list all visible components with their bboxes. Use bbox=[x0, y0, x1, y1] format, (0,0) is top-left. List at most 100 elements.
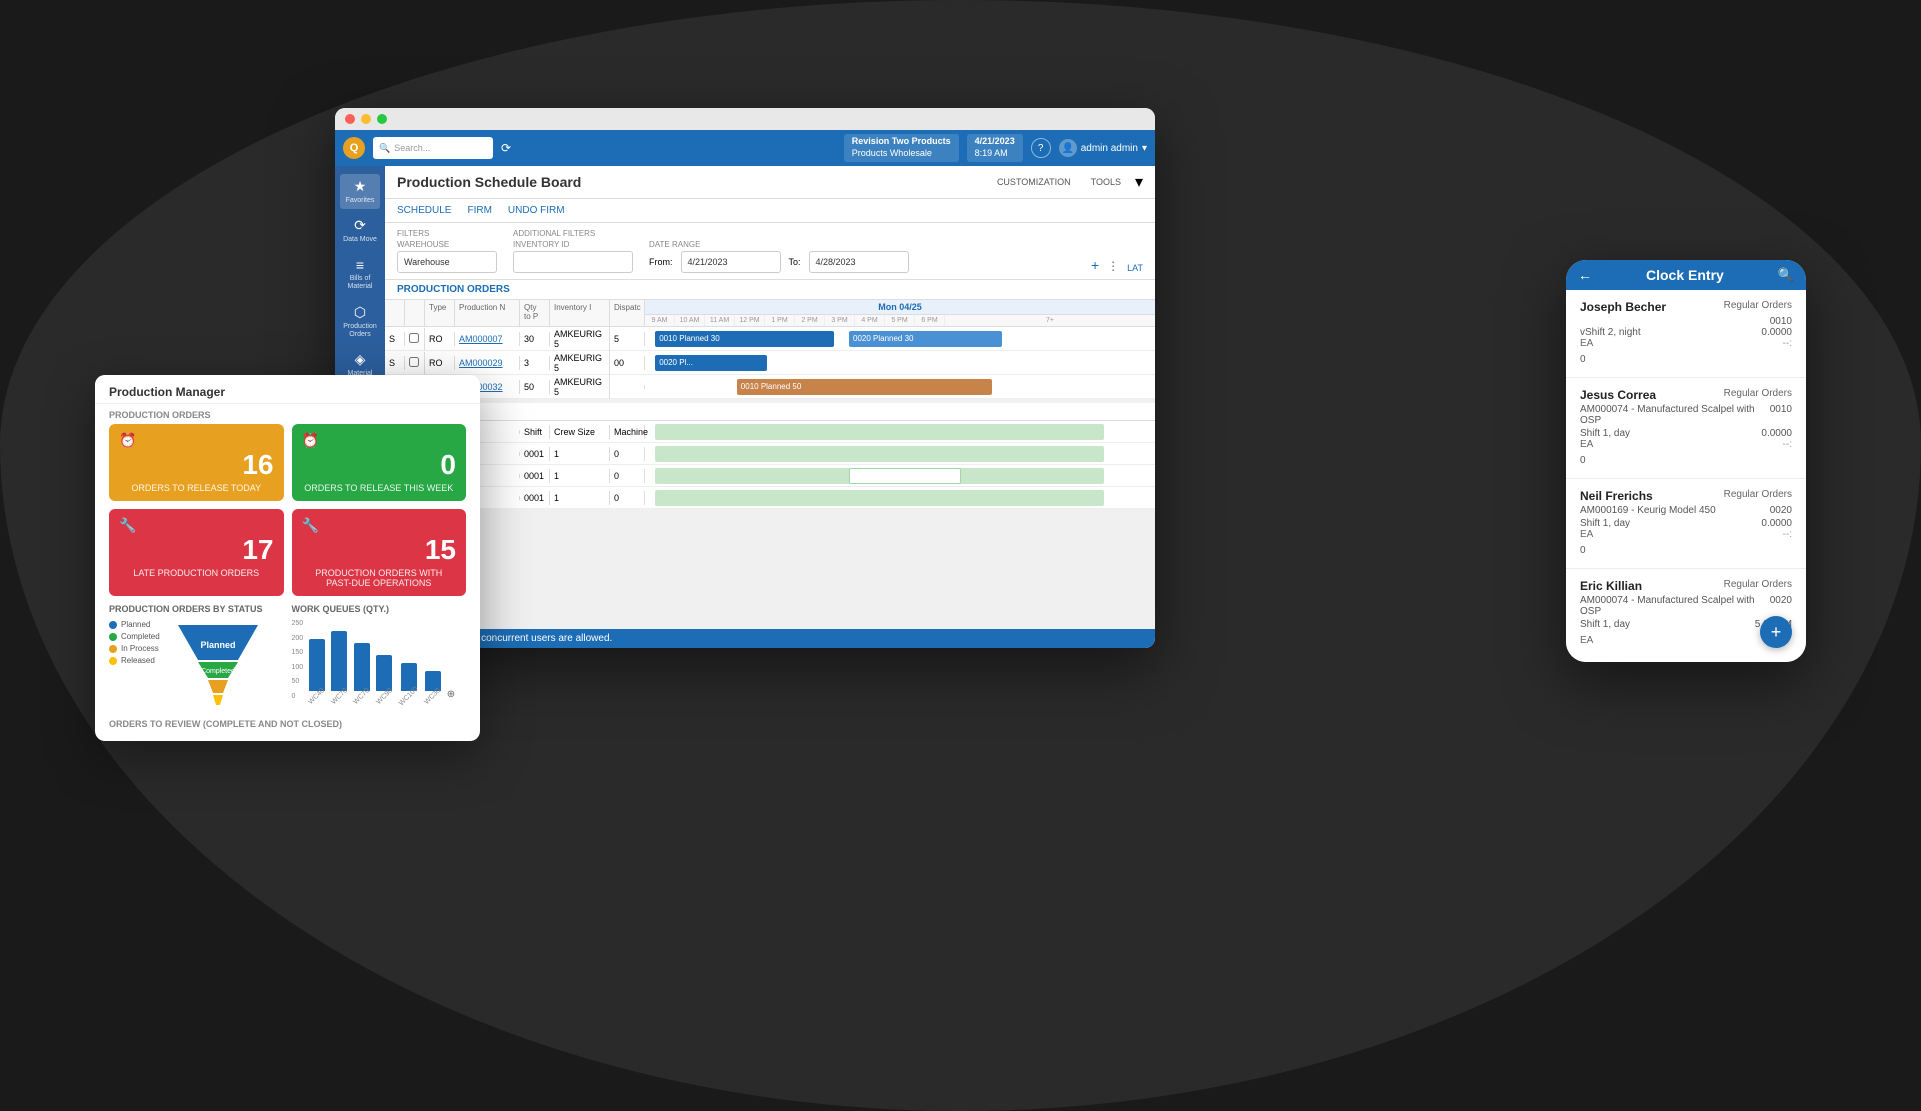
from-date-input[interactable]: 4/21/2023 bbox=[681, 251, 781, 273]
clock-entry-jesus: Jesus Correa Regular Orders AM000074 - M… bbox=[1566, 378, 1806, 479]
hour-9am: 9 AM bbox=[645, 315, 675, 326]
production-orders-icon: ⬡ bbox=[354, 304, 366, 321]
bar-wc100: WC100 bbox=[397, 663, 420, 700]
col-header-type-2: Type bbox=[425, 300, 455, 326]
clock-entry-eric: Eric Killian Regular Orders AM000074 - M… bbox=[1566, 569, 1806, 662]
bom-icon: ≡ bbox=[356, 257, 364, 273]
inventory-id-input[interactable] bbox=[513, 251, 633, 273]
row2-checkbox[interactable] bbox=[405, 352, 425, 374]
window-minimize-dot[interactable] bbox=[361, 114, 371, 124]
pm-card-title: Production Manager bbox=[95, 375, 480, 404]
pm-stat-release-week[interactable]: ⏰ 0 ORDERS TO RELEASE THIS WEEK bbox=[292, 424, 467, 501]
schedule-table: Selected Type Production N Qty to P Inve… bbox=[385, 300, 1155, 399]
jesus-uom-row: EA --: bbox=[1580, 439, 1792, 450]
bar-wc90-bar bbox=[376, 655, 392, 691]
toolbar-firm[interactable]: FIRM bbox=[467, 201, 491, 220]
mobile-search-button[interactable]: 🔍 bbox=[1778, 267, 1794, 283]
neil-desc-row: AM000169 - Keurig Model 450 0020 bbox=[1580, 505, 1792, 518]
pm-stats-row-2: 🔧 17 LATE PRODUCTION ORDERS 🔧 15 PRODUCT… bbox=[95, 509, 480, 596]
neil-header: Neil Frerichs Regular Orders bbox=[1580, 489, 1792, 503]
hour-6pm: 6 PM bbox=[915, 315, 945, 326]
released-dot bbox=[109, 657, 117, 665]
hour-1pm: 1 PM bbox=[765, 315, 795, 326]
pm-by-status-title: PRODUCTION ORDERS BY STATUS bbox=[109, 604, 284, 614]
row1-schedule: S bbox=[385, 332, 405, 346]
clock-icon-2: ⏰ bbox=[302, 432, 457, 449]
window-close-dot[interactable] bbox=[345, 114, 355, 124]
joseph-name: Joseph Becher bbox=[1580, 300, 1666, 314]
sidebar-item-production-orders[interactable]: ⬡ Production Orders bbox=[340, 300, 380, 344]
pm-work-queues-section: WORK QUEUES (QTY.) 250 200 150 100 50 0 … bbox=[292, 604, 467, 715]
company-selector[interactable]: Revision Two Products Products Wholesale bbox=[844, 134, 959, 161]
warehouse-input[interactable]: Warehouse bbox=[397, 251, 497, 273]
row1-type: RO bbox=[425, 332, 455, 346]
sidebar-item-bom[interactable]: ≡ Bills of Material bbox=[340, 253, 380, 296]
neil-shift-row: Shift 1, day 0.0000 bbox=[1580, 518, 1792, 529]
add-icon[interactable]: + bbox=[1091, 257, 1099, 273]
legend-released: Released bbox=[109, 656, 160, 665]
clock-entry-title: Clock Entry bbox=[1600, 267, 1770, 283]
hour-4pm: 4 PM bbox=[855, 315, 885, 326]
user-menu[interactable]: 👤 admin admin ▾ bbox=[1059, 139, 1147, 157]
date-range-label: DATE RANGE bbox=[649, 240, 909, 249]
legend-completed: Completed bbox=[109, 632, 160, 641]
pm-stat-pastdue-ops[interactable]: 🔧 15 PRODUCTION ORDERS WITH PAST-DUE OPE… bbox=[292, 509, 467, 596]
app-logo: Q bbox=[343, 137, 365, 159]
joseph-header: Joseph Becher Regular Orders bbox=[1580, 300, 1792, 314]
neil-uom-row: EA --: bbox=[1580, 529, 1792, 540]
to-label: To: bbox=[789, 257, 801, 267]
row2-schedule: S bbox=[385, 356, 405, 370]
eric-name: Eric Killian bbox=[1580, 579, 1642, 593]
page-actions: CUSTOMIZATION TOOLS ▾ bbox=[991, 172, 1143, 192]
bar-wc70b: WC70 bbox=[352, 643, 371, 700]
pm-legend: Planned Completed In Process Released bbox=[109, 620, 160, 665]
window-maximize-dot[interactable] bbox=[377, 114, 387, 124]
table-row: S RO AM000032 50 AMKEURIG 5 0010 Planned… bbox=[385, 375, 1155, 399]
mrp-icon: ◈ bbox=[355, 351, 366, 368]
pm-stat-release-today[interactable]: ⏰ 16 ORDERS TO RELEASE TODAY bbox=[109, 424, 284, 501]
sidebar-item-datamove[interactable]: ⟳ Data Move bbox=[340, 213, 380, 248]
eric-header: Eric Killian Regular Orders bbox=[1580, 579, 1792, 593]
toolbar-schedule[interactable]: SCHEDULE bbox=[397, 201, 451, 220]
pm-production-orders-label: PRODUCTION ORDERS bbox=[95, 404, 480, 424]
jesus-qty: 0 bbox=[1580, 450, 1792, 468]
toolbar-undo-firm[interactable]: UNDO FIRM bbox=[508, 201, 565, 220]
clock-entry-neil: Neil Frerichs Regular Orders AM000169 - … bbox=[1566, 479, 1806, 569]
bar-chart-expand-icon[interactable]: ⊕ bbox=[447, 689, 455, 700]
joseph-shift-row: vShift 2, night 0.0000 bbox=[1580, 327, 1792, 338]
mobile-card: ← Clock Entry 🔍 Joseph Becher Regular Or… bbox=[1566, 260, 1806, 662]
sidebar-item-favorites[interactable]: ★ Favorites bbox=[340, 174, 380, 209]
back-button[interactable]: ← bbox=[1578, 267, 1592, 283]
timeline-hours-row: 9 AM 10 AM 11 AM 12 PM 1 PM 2 PM 3 PM 4 … bbox=[645, 315, 1155, 326]
tools-button[interactable]: TOOLS bbox=[1085, 172, 1127, 192]
row1-prod-num[interactable]: AM000007 bbox=[455, 332, 520, 346]
joseph-order-type: Regular Orders bbox=[1724, 300, 1792, 314]
bar-0020-planned-30: 0020 Planned 30 bbox=[849, 331, 1002, 347]
planned-dot bbox=[109, 621, 117, 629]
row1-dispatch: 5 bbox=[610, 332, 645, 346]
funnel-completed-label: Completed bbox=[201, 668, 235, 675]
row1-checkbox[interactable] bbox=[405, 328, 425, 350]
page-title: Production Schedule Board bbox=[397, 174, 581, 190]
eric-order-type: Regular Orders bbox=[1724, 579, 1792, 593]
legend-in-process: In Process bbox=[109, 644, 160, 653]
timeline-header: Mon 04/25 9 AM 10 AM 11 AM 12 PM 1 PM 2 … bbox=[645, 300, 1155, 326]
search-bar[interactable]: 🔍 Search... bbox=[373, 137, 493, 159]
pm-stat-late-orders[interactable]: 🔧 17 LATE PRODUCTION ORDERS bbox=[109, 509, 284, 596]
bar-wc70b-bar bbox=[354, 643, 370, 691]
to-date-input[interactable]: 4/28/2023 bbox=[809, 251, 909, 273]
help-button[interactable]: ? bbox=[1031, 138, 1051, 158]
refresh-icon[interactable]: ⟳ bbox=[501, 141, 511, 155]
row3-gantt: 0010 Planned 50 bbox=[645, 375, 1155, 399]
row1-qty: 30 bbox=[520, 332, 550, 346]
row2-prod-num[interactable]: AM000029 bbox=[455, 356, 520, 370]
production-manager-card: Production Manager PRODUCTION ORDERS ⏰ 1… bbox=[95, 375, 480, 741]
funnel-chart: Planned Completed bbox=[168, 620, 268, 715]
customization-button[interactable]: CUSTOMIZATION bbox=[991, 172, 1077, 192]
funnel-planned-label: Planned bbox=[200, 640, 235, 650]
app-navbar: Q 🔍 Search... ⟳ Revision Two Products Pr… bbox=[335, 130, 1155, 166]
add-clock-entry-button[interactable]: + bbox=[1760, 616, 1792, 648]
bar-wc70: WC70 bbox=[330, 631, 349, 700]
window-titlebar bbox=[335, 108, 1155, 130]
menu-icon[interactable]: ⋮ bbox=[1107, 259, 1119, 273]
